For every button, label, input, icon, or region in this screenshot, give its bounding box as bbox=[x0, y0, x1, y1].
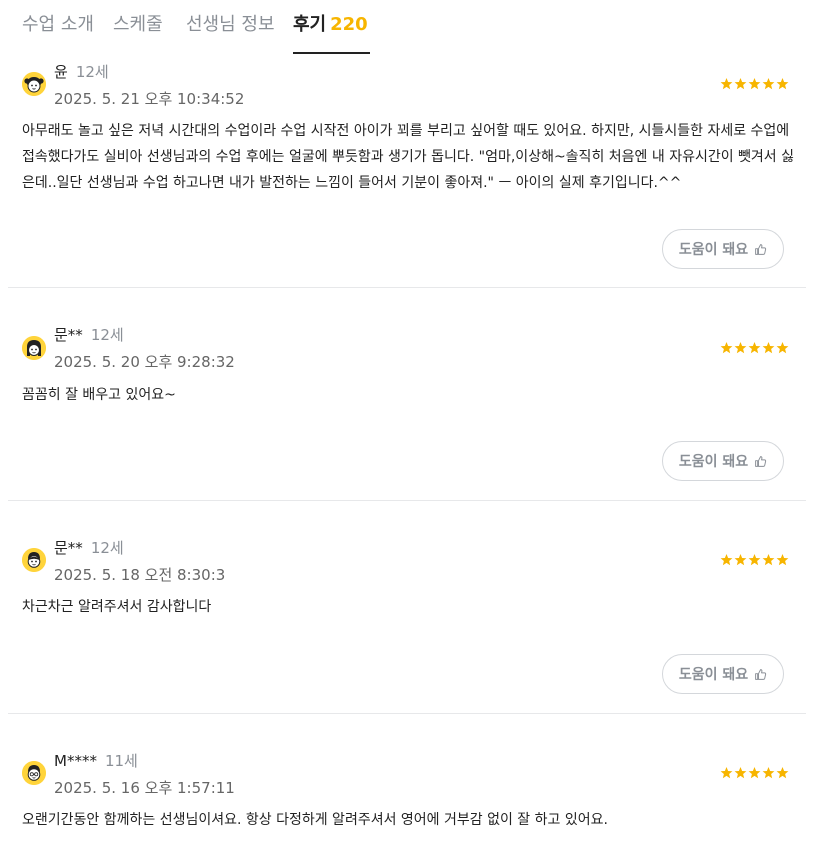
star-icon bbox=[748, 767, 761, 779]
review-author: 문** 12세 bbox=[54, 324, 124, 345]
review-author: 문** 12세 bbox=[54, 537, 124, 558]
star-rating bbox=[720, 767, 789, 779]
review-date: 2025. 5. 18 오전 8:30:3 bbox=[54, 566, 226, 584]
star-icon bbox=[748, 342, 761, 354]
star-icon bbox=[720, 554, 733, 566]
star-icon bbox=[776, 554, 789, 566]
star-icon bbox=[734, 342, 747, 354]
boy-avatar-icon bbox=[22, 548, 46, 572]
girl-avatar-icon bbox=[22, 336, 46, 360]
star-rating bbox=[720, 342, 789, 354]
helpful-button[interactable]: 도움이 돼요 bbox=[662, 654, 784, 694]
author-age: 12세 bbox=[90, 326, 124, 344]
helpful-label: 도움이 돼요 bbox=[678, 454, 749, 470]
star-icon bbox=[762, 342, 775, 354]
tab-bar: 수업 소개 스케줄 선생님 정보 후기 220 bbox=[0, 0, 837, 56]
review-text: 차근차근 알려주셔서 감사합니다 bbox=[22, 599, 212, 615]
star-icon bbox=[734, 554, 747, 566]
thumbs-up-icon bbox=[755, 243, 767, 255]
author-name: 문** bbox=[54, 539, 83, 557]
star-icon bbox=[776, 767, 789, 779]
star-icon bbox=[776, 78, 789, 90]
tab-class-intro[interactable]: 수업 소개 bbox=[22, 10, 94, 36]
author-name: 문** bbox=[54, 326, 83, 344]
tab-reviews-label: 후기 bbox=[293, 14, 327, 35]
active-tab-indicator bbox=[293, 52, 370, 54]
review-text: 꼼꼼히 잘 배우고 있어요~ bbox=[22, 387, 176, 403]
review-divider bbox=[8, 500, 806, 501]
review-text: 오랜기간동안 함께하는 선생님이셔요. 항상 다정하게 알려주셔서 영어에 거부… bbox=[22, 812, 608, 828]
author-age: 12세 bbox=[75, 63, 109, 81]
tab-schedule[interactable]: 스케줄 bbox=[113, 10, 163, 36]
star-icon bbox=[720, 342, 733, 354]
review-divider bbox=[8, 287, 806, 288]
review-count: 220 bbox=[330, 14, 368, 35]
review-date: 2025. 5. 21 오후 10:34:52 bbox=[54, 90, 245, 108]
helpful-button[interactable]: 도움이 돼요 bbox=[662, 441, 784, 481]
review-divider bbox=[8, 713, 806, 714]
girl-avatar-icon bbox=[22, 72, 46, 96]
star-rating bbox=[720, 554, 789, 566]
helpful-label: 도움이 돼요 bbox=[678, 242, 749, 258]
tab-reviews[interactable]: 후기 220 bbox=[293, 10, 368, 36]
star-icon bbox=[734, 767, 747, 779]
author-name: 윤 bbox=[54, 63, 68, 81]
star-icon bbox=[734, 78, 747, 90]
star-icon bbox=[720, 78, 733, 90]
star-icon bbox=[748, 554, 761, 566]
star-icon bbox=[720, 767, 733, 779]
star-rating bbox=[720, 78, 789, 90]
thumbs-up-icon bbox=[755, 455, 767, 467]
boy-glasses-avatar-icon bbox=[22, 761, 46, 785]
tab-teacher-info[interactable]: 선생님 정보 bbox=[186, 10, 275, 36]
review-author: 윤 12세 bbox=[54, 61, 109, 82]
star-icon bbox=[762, 554, 775, 566]
author-age: 12세 bbox=[90, 539, 124, 557]
review-date: 2025. 5. 20 오후 9:28:32 bbox=[54, 353, 235, 371]
helpful-label: 도움이 돼요 bbox=[678, 667, 749, 683]
review-date: 2025. 5. 16 오후 1:57:11 bbox=[54, 779, 235, 797]
star-icon bbox=[748, 78, 761, 90]
helpful-button[interactable]: 도움이 돼요 bbox=[662, 229, 784, 269]
star-icon bbox=[762, 78, 775, 90]
review-text: 아무래도 놀고 싶은 저녁 시간대의 수업이라 수업 시작전 아이가 꾀를 부리… bbox=[22, 123, 795, 191]
review-author: M**** 11세 bbox=[54, 750, 138, 771]
author-name: M**** bbox=[54, 752, 97, 770]
star-icon bbox=[762, 767, 775, 779]
star-icon bbox=[776, 342, 789, 354]
thumbs-up-icon bbox=[755, 668, 767, 680]
author-age: 11세 bbox=[104, 752, 138, 770]
